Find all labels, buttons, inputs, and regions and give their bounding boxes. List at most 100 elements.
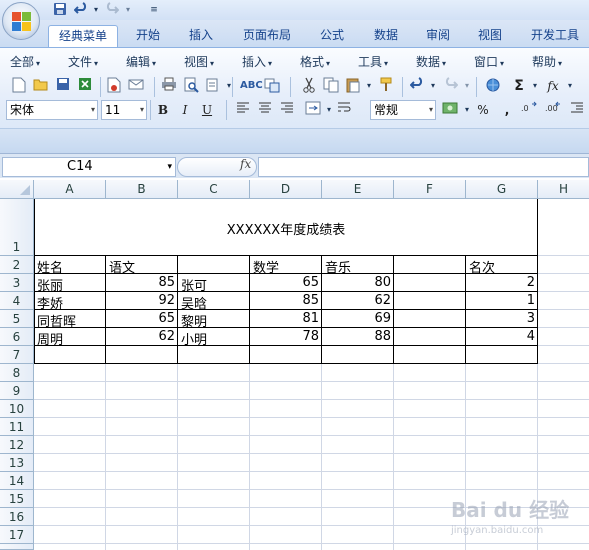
cell-rank[interactable]: 4 xyxy=(466,329,537,344)
menu-window[interactable]: 窗口 ▾ xyxy=(474,54,504,70)
save-icon[interactable] xyxy=(52,2,68,18)
permission-icon[interactable] xyxy=(105,77,123,95)
menu-view[interactable]: 视图 ▾ xyxy=(184,54,214,70)
chevron-down-icon[interactable]: ▾ xyxy=(360,77,378,95)
menu-edit[interactable]: 编辑 ▾ xyxy=(126,54,156,70)
menu-all[interactable]: 全部 ▾ xyxy=(10,54,40,70)
chevron-down-icon[interactable]: ▾ xyxy=(526,77,544,95)
formula-input[interactable] xyxy=(258,157,589,177)
percent-style-button[interactable]: % xyxy=(474,101,492,119)
cell-chinese[interactable]: 92 xyxy=(106,293,177,308)
insert-function-icon[interactable]: fx xyxy=(240,157,251,171)
row-header-2[interactable]: 2 xyxy=(0,256,34,274)
save-icon[interactable] xyxy=(54,77,72,95)
row-header-16[interactable]: 16 xyxy=(0,508,34,526)
wrap-text-icon[interactable] xyxy=(336,101,354,119)
menu-format[interactable]: 格式 ▾ xyxy=(300,54,330,70)
hyperlink-icon[interactable] xyxy=(484,77,502,95)
insert-function-button[interactable]: fx xyxy=(544,77,562,95)
tab-home[interactable]: 开始 xyxy=(124,25,172,47)
cell-name[interactable]: 张丽 xyxy=(35,275,105,294)
tab-formulas[interactable]: 公式 xyxy=(308,25,356,47)
cell-music[interactable]: 69 xyxy=(322,311,393,326)
row-header-4[interactable]: 4 xyxy=(0,292,34,310)
column-header-f[interactable]: F xyxy=(394,180,466,199)
cell-name[interactable]: 李娇 xyxy=(35,293,105,312)
cell-name2[interactable]: 吴晗 xyxy=(179,293,249,312)
menu-help[interactable]: 帮助 ▾ xyxy=(532,54,562,70)
menu-insert[interactable]: 插入 ▾ xyxy=(242,54,272,70)
cell-rank[interactable]: 2 xyxy=(466,275,537,290)
row-header-7[interactable]: 7 xyxy=(0,346,34,364)
row-header-6[interactable]: 6 xyxy=(0,328,34,346)
column-header-d[interactable]: D xyxy=(250,180,322,199)
row-header-15[interactable]: 15 xyxy=(0,490,34,508)
number-format-select[interactable]: 常规 ▾ xyxy=(370,100,436,120)
menu-data[interactable]: 数据 ▾ xyxy=(416,54,446,70)
cell-math[interactable]: 78 xyxy=(250,329,321,344)
open-folder-icon[interactable] xyxy=(32,77,50,95)
format-painter-icon[interactable] xyxy=(378,77,396,95)
new-document-icon[interactable] xyxy=(10,77,28,95)
cut-icon[interactable] xyxy=(300,77,318,95)
decrease-decimal-icon[interactable]: .00 xyxy=(544,101,562,119)
row-header-9[interactable]: 9 xyxy=(0,382,34,400)
header-cell-rank[interactable]: 名次 xyxy=(467,257,537,276)
cell-name[interactable]: 周明 xyxy=(35,329,105,348)
header-cell-math[interactable]: 数学 xyxy=(251,257,321,276)
align-center-icon[interactable] xyxy=(256,101,274,119)
customize-qat-icon[interactable]: ≡ xyxy=(146,2,162,18)
cell-music[interactable]: 62 xyxy=(322,293,393,308)
row-header-13[interactable]: 13 xyxy=(0,454,34,472)
tab-page-layout[interactable]: 页面布局 xyxy=(232,25,302,47)
row-header-11[interactable]: 11 xyxy=(0,418,34,436)
cell-math[interactable]: 85 xyxy=(250,293,321,308)
name-box[interactable]: C14 ▾ xyxy=(2,157,176,177)
cell-rank[interactable]: 3 xyxy=(466,311,537,326)
merged-title-cell[interactable]: XXXXXX年度成绩表 xyxy=(35,199,537,255)
redo-icon[interactable] xyxy=(104,2,120,18)
row-header-17[interactable]: 17 xyxy=(0,526,34,544)
undo-icon[interactable] xyxy=(73,2,89,18)
cell-rank[interactable]: 1 xyxy=(466,293,537,308)
redo-dropdown-icon[interactable]: ▾ xyxy=(120,2,136,18)
italic-button[interactable]: I xyxy=(176,101,194,119)
cell-chinese[interactable]: 85 xyxy=(106,275,177,290)
print-icon[interactable] xyxy=(160,77,178,95)
header-cell-music[interactable]: 音乐 xyxy=(323,257,393,276)
row-header-3[interactable]: 3 xyxy=(0,274,34,292)
column-header-c[interactable]: C xyxy=(178,180,250,199)
menu-tools[interactable]: 工具 ▾ xyxy=(358,54,388,70)
bold-button[interactable]: B xyxy=(154,101,172,119)
align-right-icon[interactable] xyxy=(278,101,296,119)
cell-name2[interactable]: 张可 xyxy=(179,275,249,294)
tab-view[interactable]: 视图 xyxy=(466,25,514,47)
cell-name2[interactable]: 黎明 xyxy=(179,311,249,330)
column-header-a[interactable]: A xyxy=(34,180,106,199)
underline-button[interactable]: U xyxy=(198,101,216,119)
tab-developer[interactable]: 开发工具 xyxy=(524,25,586,47)
row-header-1[interactable]: 1 xyxy=(0,199,34,256)
cell-music[interactable]: 88 xyxy=(322,329,393,344)
row-header-12[interactable]: 12 xyxy=(0,436,34,454)
row-header-8[interactable]: 8 xyxy=(0,364,34,382)
cell-chinese[interactable]: 62 xyxy=(106,329,177,344)
chevron-down-icon[interactable]: ▾ xyxy=(424,77,442,95)
row-header-18[interactable] xyxy=(0,544,34,550)
column-header-e[interactable]: E xyxy=(322,180,394,199)
translate-icon[interactable] xyxy=(263,77,281,95)
tab-review[interactable]: 审阅 xyxy=(414,25,462,47)
row-header-5[interactable]: 5 xyxy=(0,310,34,328)
font-size-select[interactable]: 11 ▾ xyxy=(101,100,147,120)
copy-icon[interactable] xyxy=(322,77,340,95)
cell-name[interactable]: 同哲晖 xyxy=(35,311,105,330)
indent-icon[interactable] xyxy=(568,101,586,119)
header-cell-chinese[interactable]: 语文 xyxy=(107,257,177,276)
column-header-h[interactable]: H xyxy=(538,180,589,199)
cell-name2[interactable]: 小明 xyxy=(179,329,249,348)
column-header-g[interactable]: G xyxy=(466,180,538,199)
office-button[interactable] xyxy=(2,2,40,40)
cell-math[interactable]: 65 xyxy=(250,275,321,290)
excel-icon[interactable] xyxy=(76,77,94,95)
print-preview-icon[interactable] xyxy=(182,77,200,95)
